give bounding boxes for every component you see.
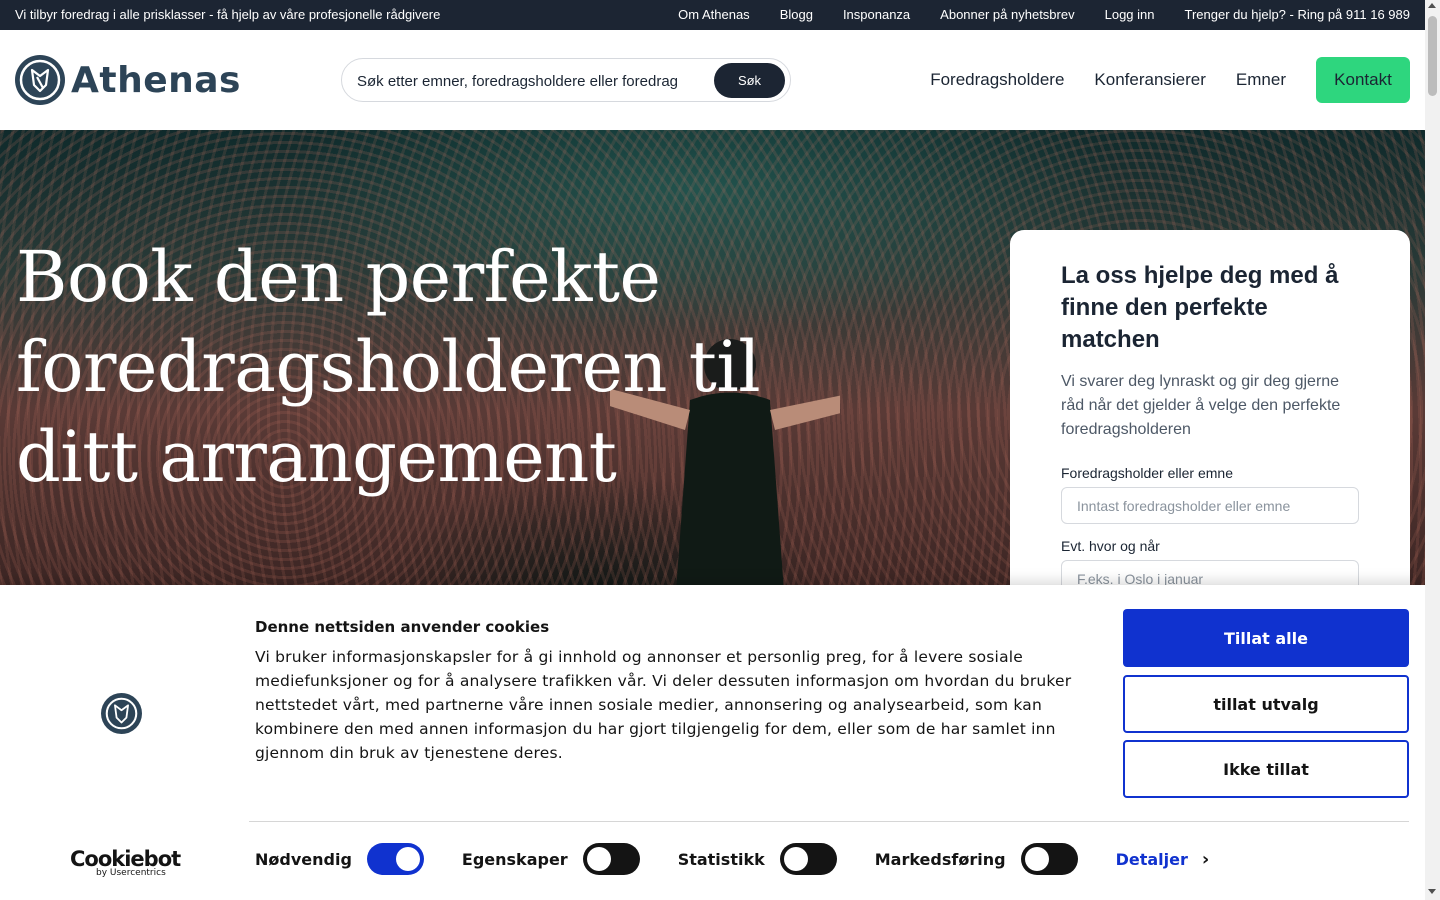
toggle-statistics-switch[interactable] <box>779 843 837 875</box>
toggle-necessary: Nødvendig <box>255 843 424 875</box>
nav-emner[interactable]: Emner <box>1236 70 1286 90</box>
chevron-right-icon: › <box>1201 848 1210 870</box>
site-header: Athenas Søk Foredragsholdere Konferansie… <box>0 30 1425 130</box>
toggle-marketing-switch[interactable] <box>1020 843 1078 875</box>
top-link-om-athenas[interactable]: Om Athenas <box>678 7 750 22</box>
toggle-preferences-switch[interactable] <box>582 843 640 875</box>
speaker-topic-input[interactable] <box>1062 488 1358 523</box>
toggle-statistics: Statistikk <box>678 843 837 875</box>
top-link-login[interactable]: Logg inn <box>1105 7 1155 22</box>
site-logo-icon <box>101 693 142 734</box>
switch-knob <box>1024 847 1049 871</box>
toggle-preferences-label: Egenskaper <box>461 849 568 869</box>
allow-selection-button[interactable]: tillat utvalg <box>1123 675 1409 733</box>
scroll-down-icon[interactable] <box>1428 889 1436 894</box>
deny-button[interactable]: Ikke tillat <box>1123 740 1409 798</box>
top-links: Om Athenas Blogg Insponanza Abonner på n… <box>678 7 1410 22</box>
toggle-statistics-label: Statistikk <box>677 849 765 869</box>
details-link[interactable]: Detaljer › <box>1116 849 1210 870</box>
search-bar: Søk <box>341 58 791 102</box>
hero-title: Book den perfekte foredragsholderen til … <box>16 236 761 498</box>
cookiebot-logo: Cookiebot by Usercentrics <box>70 847 181 878</box>
cookie-title: Denne nettsiden anvender cookies <box>255 618 550 636</box>
top-link-blogg[interactable]: Blogg <box>780 7 813 22</box>
page-scrollbar[interactable] <box>1425 0 1440 900</box>
form-description: Vi svarer deg lynraskt og gir deg gjerne… <box>1061 373 1341 438</box>
switch-knob <box>783 847 808 871</box>
toggle-preferences: Egenskaper <box>462 843 640 875</box>
cookie-divider <box>249 821 1409 822</box>
top-link-phone[interactable]: Trenger du hjelp? - Ring på 911 16 989 <box>1185 7 1411 22</box>
details-label: Detaljer <box>1115 849 1188 869</box>
logo[interactable]: Athenas <box>15 55 241 105</box>
consent-toggles: Nødvendig Egenskaper Statistikk Markedsf… <box>255 843 1209 875</box>
cookie-banner: Denne nettsiden anvender cookies Vi bruk… <box>0 585 1440 900</box>
switch-knob <box>586 847 611 871</box>
speaker-topic-field <box>1061 487 1359 524</box>
allow-all-button[interactable]: Tillat alle <box>1123 609 1409 667</box>
switch-knob <box>395 847 420 871</box>
field1-label: Foredragsholder eller emne <box>1061 465 1233 481</box>
top-bar: Vi tilbyr foredrag i alle prisklasser - … <box>0 0 1425 30</box>
scroll-up-icon[interactable] <box>1428 3 1436 8</box>
toggle-marketing: Markedsføring <box>875 843 1078 875</box>
contact-button[interactable]: Kontakt <box>1316 57 1410 103</box>
toggle-necessary-label: Nødvendig <box>255 849 352 869</box>
form-title: La oss hjelpe deg med å finne den perfek… <box>1061 262 1339 353</box>
nav-konferansierer[interactable]: Konferansierer <box>1094 70 1206 90</box>
main-nav: Foredragsholdere Konferansierer Emner Ko… <box>930 57 1410 103</box>
toggle-necessary-switch[interactable] <box>366 843 424 875</box>
field2-label: Evt. hvor og når <box>1061 538 1160 554</box>
search-input[interactable] <box>357 70 702 92</box>
logo-text: Athenas <box>71 59 241 101</box>
search-button[interactable]: Søk <box>714 63 785 98</box>
cookie-text: Vi bruker informasjonskapsler for å gi i… <box>255 648 1072 762</box>
top-link-insponanza[interactable]: Insponanza <box>843 7 910 22</box>
owl-logo-icon <box>15 55 65 105</box>
top-link-newsletter[interactable]: Abonner på nyhetsbrev <box>940 7 1074 22</box>
nav-foredragsholdere[interactable]: Foredragsholdere <box>930 70 1064 90</box>
toggle-marketing-label: Markedsføring <box>874 849 1006 869</box>
scroll-thumb[interactable] <box>1428 16 1437 96</box>
promo-text: Vi tilbyr foredrag i alle prisklasser - … <box>15 7 441 22</box>
